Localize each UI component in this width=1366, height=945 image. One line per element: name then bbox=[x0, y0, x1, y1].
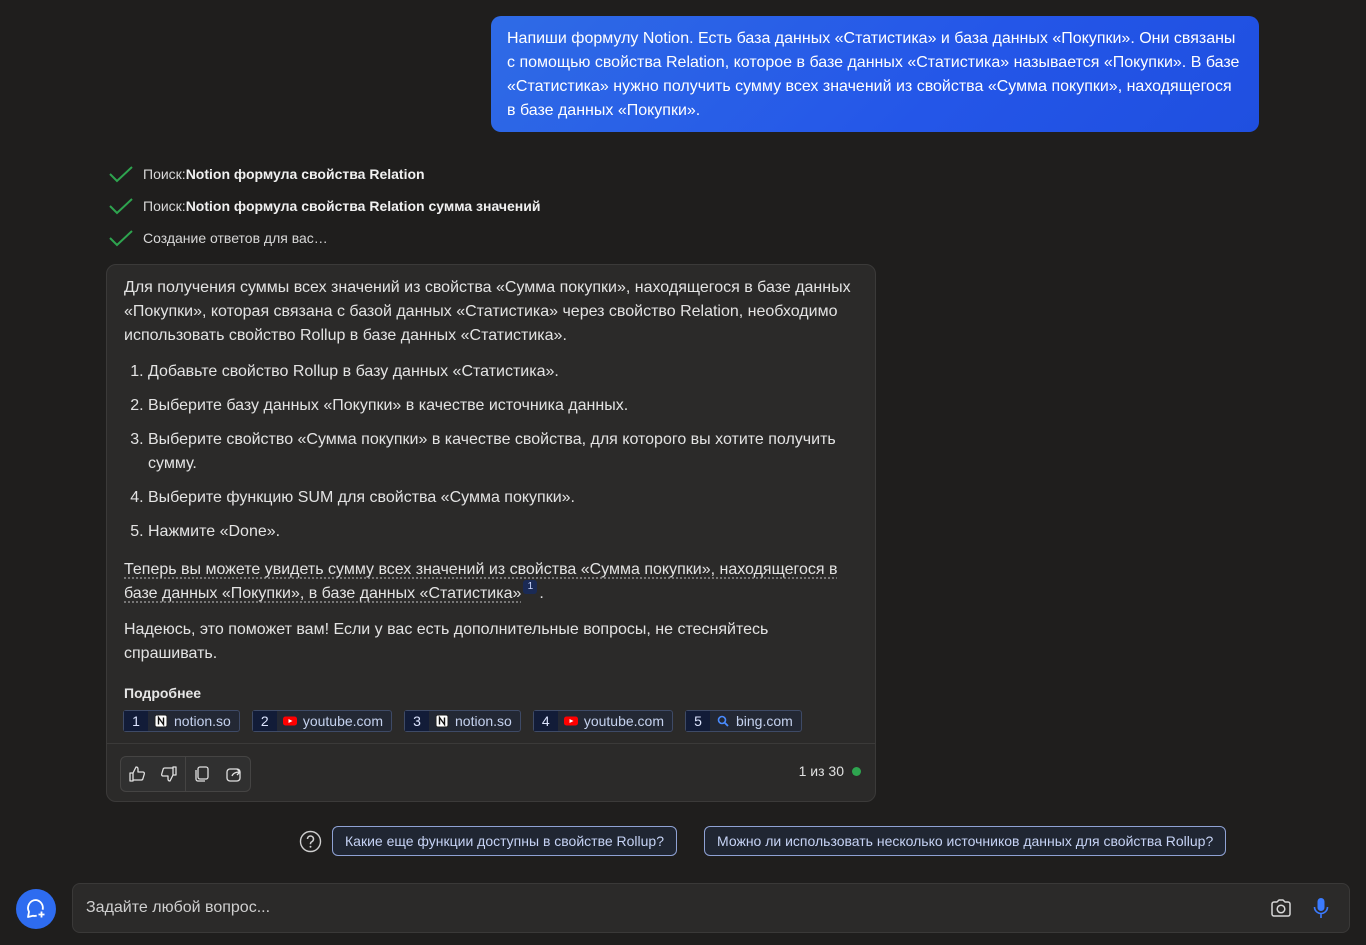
source-domain: bing.com bbox=[736, 713, 793, 729]
source-link[interactable]: 4 youtube.com bbox=[532, 710, 673, 732]
status-dot bbox=[852, 766, 861, 776]
sources-list: 1 notion.so 2 youtube.com 3 notion.so 4 … bbox=[123, 710, 802, 732]
response-counter: 1 из 30 bbox=[799, 763, 861, 779]
answer-card: Для получения суммы всех значений из сво… bbox=[106, 264, 876, 802]
source-number: 4 bbox=[533, 711, 558, 731]
microphone-button[interactable] bbox=[1309, 896, 1333, 920]
youtube-icon bbox=[563, 716, 578, 726]
cited-tail: . bbox=[539, 585, 544, 602]
notion-icon bbox=[435, 714, 449, 728]
step-query: Notion формула свойства Relation сумма з… bbox=[185, 198, 541, 214]
list-item: Добавьте свойство Rollup в базу данных «… bbox=[148, 360, 859, 384]
more-title: Подробнее bbox=[124, 685, 202, 701]
share-icon bbox=[226, 768, 241, 782]
citation-badge[interactable]: 1 bbox=[523, 580, 538, 594]
suggestion-chip[interactable]: Можно ли использовать несколько источник… bbox=[704, 826, 1227, 856]
thumbs-down-icon bbox=[160, 766, 177, 782]
search-step: Поиск: Notion формула свойства Relation bbox=[108, 158, 540, 190]
source-number: 2 bbox=[252, 711, 277, 731]
search-steps: Поиск: Notion формула свойства Relation … bbox=[108, 158, 540, 254]
notion-icon bbox=[154, 714, 168, 728]
camera-button[interactable] bbox=[1269, 896, 1293, 920]
new-topic-button[interactable] bbox=[16, 889, 56, 929]
counter-text: 1 из 30 bbox=[798, 763, 844, 779]
source-number: 1 bbox=[124, 711, 148, 731]
answer-intro: Для получения суммы всех значений из сво… bbox=[124, 279, 851, 344]
checkmark-icon bbox=[109, 230, 133, 247]
search-step: Создание ответов для вас… bbox=[108, 222, 540, 254]
source-link[interactable]: 5 bing.com bbox=[685, 710, 802, 732]
list-item: Выберите базу данных «Покупки» в качеств… bbox=[148, 394, 859, 418]
card-divider bbox=[107, 743, 875, 744]
step-query: Notion формула свойства Relation bbox=[185, 166, 425, 182]
source-domain: notion.so bbox=[174, 713, 231, 729]
source-domain: youtube.com bbox=[302, 713, 383, 729]
list-item: Выберите свойство «Сумма покупки» в каче… bbox=[148, 428, 859, 476]
cited-text[interactable]: Теперь вы можете увидеть сумму всех знач… bbox=[124, 561, 837, 602]
source-domain: youtube.com bbox=[583, 713, 664, 729]
chat-input-placeholder: Задайте любой вопрос... bbox=[86, 899, 271, 916]
copy-icon bbox=[195, 766, 209, 782]
step-prefix: Создание ответов для вас… bbox=[143, 230, 328, 246]
list-item: Выберите функцию SUM для свойства «Сумма… bbox=[148, 486, 859, 510]
search-icon bbox=[717, 715, 729, 727]
source-domain: notion.so bbox=[455, 713, 512, 729]
copy-button[interactable] bbox=[186, 757, 218, 791]
thumbs-up-icon bbox=[129, 766, 146, 782]
share-button[interactable] bbox=[218, 757, 250, 791]
list-item: Нажмите «Done». bbox=[148, 520, 859, 544]
user-message: Напиши формулу Notion. Есть база данных … bbox=[491, 16, 1259, 132]
new-chat-icon bbox=[27, 899, 47, 920]
answer-body: Для получения суммы всех значений из сво… bbox=[107, 265, 875, 666]
answer-cited-paragraph: Теперь вы можете увидеть сумму всех знач… bbox=[124, 558, 859, 606]
chat-input[interactable]: Задайте любой вопрос... bbox=[72, 883, 1350, 933]
microphone-icon bbox=[1313, 898, 1329, 918]
steps-list: Добавьте свойство Rollup в базу данных «… bbox=[124, 360, 859, 544]
source-link[interactable]: 3 notion.so bbox=[404, 710, 521, 732]
dislike-button[interactable] bbox=[153, 757, 185, 791]
like-button[interactable] bbox=[121, 757, 153, 791]
answer-outro: Надеюсь, это поможет вам! Если у вас ест… bbox=[124, 621, 769, 662]
source-number: 3 bbox=[405, 711, 429, 731]
checkmark-icon bbox=[109, 166, 133, 183]
feedback-toolbar bbox=[120, 756, 251, 792]
youtube-icon bbox=[282, 716, 297, 726]
source-link[interactable]: 2 youtube.com bbox=[251, 710, 392, 732]
source-number: 5 bbox=[686, 711, 710, 731]
search-step: Поиск: Notion формула свойства Relation … bbox=[108, 190, 540, 222]
checkmark-icon bbox=[109, 198, 133, 215]
suggestion-chip[interactable]: Какие еще функции доступны в свойстве Ro… bbox=[332, 826, 677, 856]
camera-icon bbox=[1271, 899, 1291, 917]
step-prefix: Поиск: bbox=[143, 198, 186, 214]
question-icon bbox=[299, 830, 322, 853]
step-prefix: Поиск: bbox=[143, 166, 186, 182]
source-link[interactable]: 1 notion.so bbox=[123, 710, 240, 732]
